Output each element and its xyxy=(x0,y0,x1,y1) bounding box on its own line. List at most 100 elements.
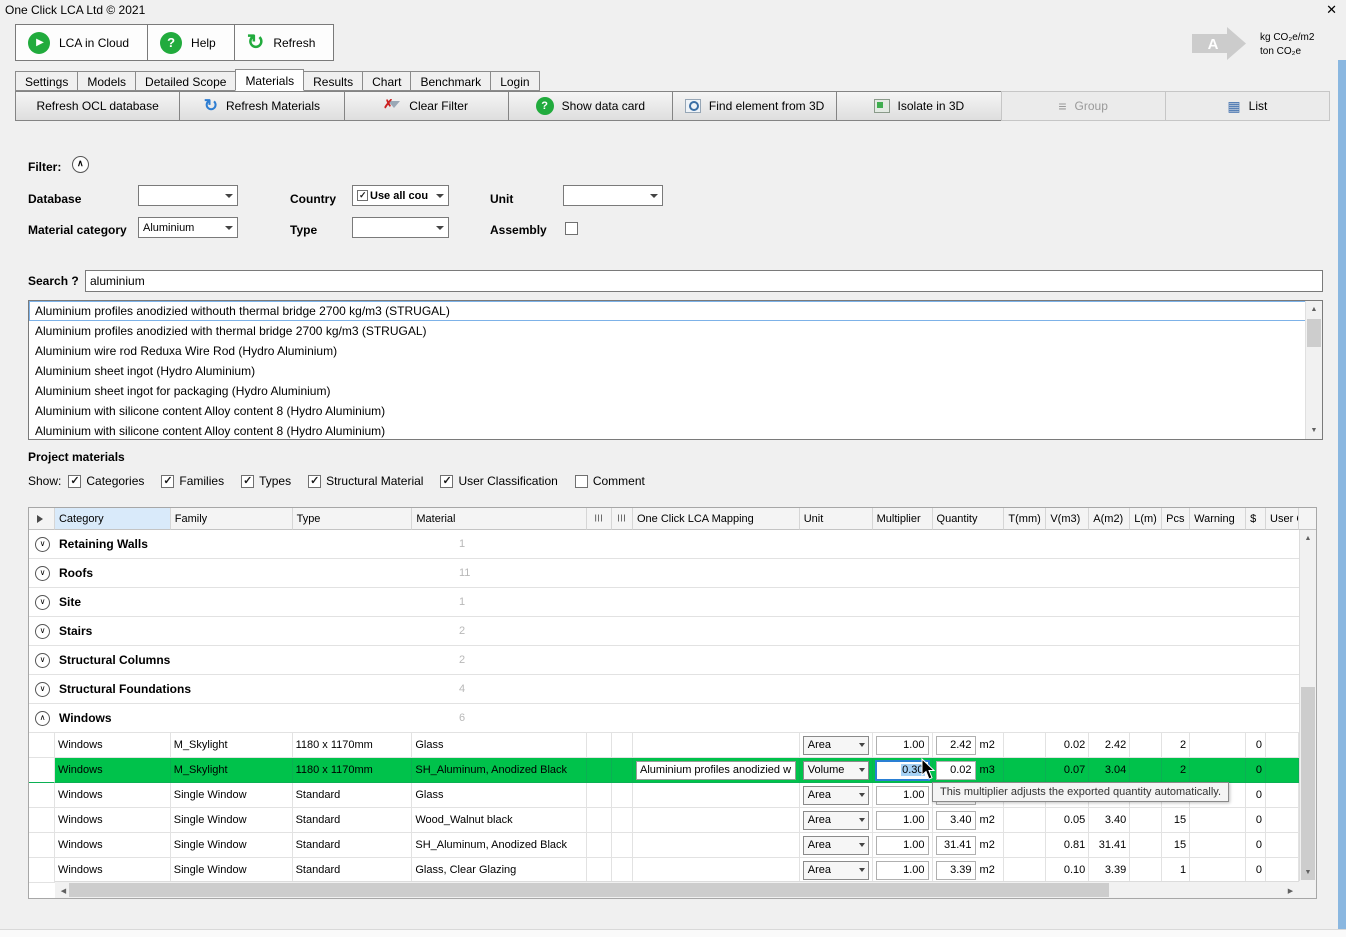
cell-a[interactable]: 3.39 xyxy=(1089,858,1131,883)
cell-flag-2[interactable] xyxy=(612,833,634,858)
cell-l[interactable] xyxy=(1130,733,1163,758)
unit-select[interactable]: Area xyxy=(802,785,869,805)
col-v-m3[interactable]: V(m3) xyxy=(1046,508,1090,530)
cell-warning[interactable] xyxy=(1190,733,1247,758)
result-item[interactable]: Aluminium profiles anodizied with therma… xyxy=(29,321,1322,341)
cell-mapping[interactable] xyxy=(633,783,800,808)
col-multiplier[interactable]: Multiplier xyxy=(872,508,933,530)
lca-in-cloud-button[interactable]: ▶ LCA in Cloud xyxy=(15,24,149,61)
cell-v[interactable]: 0.07 xyxy=(1046,758,1090,783)
unit-select[interactable]: Area xyxy=(802,735,869,755)
find-element-3d-button[interactable]: Find element from 3D xyxy=(672,91,838,121)
cell-category[interactable]: Windows xyxy=(54,833,171,858)
cell-warning[interactable] xyxy=(1190,833,1247,858)
chevron-down-icon[interactable] xyxy=(221,186,237,205)
table-horizontal-scrollbar[interactable]: ◀ ▶ xyxy=(55,881,1299,898)
chevron-down-icon[interactable] xyxy=(432,218,448,237)
tab-benchmark[interactable]: Benchmark xyxy=(410,71,492,91)
cell-cost[interactable]: 0 xyxy=(1246,783,1267,808)
cell-l[interactable] xyxy=(1130,808,1163,833)
result-item[interactable]: Aluminium sheet ingot for packaging (Hyd… xyxy=(29,381,1322,401)
cell-warning[interactable] xyxy=(1190,858,1247,883)
cell-type[interactable]: Standard xyxy=(292,783,413,808)
cell-flag-2[interactable] xyxy=(612,733,634,758)
tab-settings[interactable]: Settings xyxy=(15,71,79,91)
cell-l[interactable] xyxy=(1130,833,1163,858)
scrollbar-thumb[interactable] xyxy=(1307,319,1321,347)
types-checkbox[interactable] xyxy=(241,474,255,488)
tab-login[interactable]: Login xyxy=(490,71,540,91)
cell-user[interactable] xyxy=(1266,833,1299,858)
cell-cost[interactable]: 0 xyxy=(1246,758,1267,783)
result-item[interactable]: Aluminium profiles anodizied withouth th… xyxy=(29,301,1322,321)
table-vertical-scrollbar[interactable]: ▲ ▼ xyxy=(1299,530,1316,881)
results-scrollbar[interactable]: ▲ ▼ xyxy=(1305,301,1322,439)
col-a-m2[interactable]: A(m2) xyxy=(1089,508,1131,530)
group-row-structural-columns[interactable]: Structural Columns 2 xyxy=(29,646,1299,675)
cell-type[interactable]: Standard xyxy=(292,808,413,833)
result-item[interactable]: Aluminium wire rod Reduxa Wire Rod (Hydr… xyxy=(29,341,1322,361)
type-select[interactable] xyxy=(352,217,449,238)
tab-detailed-scope[interactable]: Detailed Scope xyxy=(135,71,237,91)
col-flag-2-icon[interactable]: ||| xyxy=(612,508,633,530)
col-cost[interactable]: $ xyxy=(1246,508,1267,530)
cell-cost[interactable]: 0 xyxy=(1246,858,1267,883)
show-data-card-button[interactable]: ? Show data card xyxy=(507,91,673,121)
unit-filter-select[interactable] xyxy=(563,185,663,206)
select-all-cell[interactable] xyxy=(29,508,55,530)
scroll-up-icon[interactable]: ▲ xyxy=(1306,301,1322,318)
cell-pcs[interactable]: 15 xyxy=(1162,808,1191,833)
comment-checkbox[interactable] xyxy=(574,474,588,488)
col-type[interactable]: Type xyxy=(292,508,413,530)
col-flag-1-icon[interactable]: ||| xyxy=(587,508,613,530)
tab-results[interactable]: Results xyxy=(303,71,364,91)
scroll-right-icon[interactable]: ▶ xyxy=(1282,882,1299,899)
unit-select[interactable]: Volume xyxy=(802,760,869,780)
structural-material-checkbox[interactable] xyxy=(308,474,322,488)
cell-cost[interactable]: 0 xyxy=(1246,733,1267,758)
multiplier-input[interactable]: 1.00 xyxy=(875,785,929,805)
assembly-checkbox[interactable] xyxy=(565,222,578,235)
cell-user[interactable] xyxy=(1266,858,1299,883)
cell-cost[interactable]: 0 xyxy=(1246,808,1267,833)
col-mapping[interactable]: One Click LCA Mapping xyxy=(633,508,800,530)
cell-t[interactable] xyxy=(1004,733,1047,758)
scrollbar-thumb[interactable] xyxy=(69,883,1109,897)
cell-material[interactable]: Wood_Walnut black xyxy=(412,808,588,833)
result-item[interactable]: Aluminium with silicone content Alloy co… xyxy=(29,421,1322,439)
cell-family[interactable]: Single Window xyxy=(170,858,293,883)
cell-a[interactable]: 31.41 xyxy=(1089,833,1131,858)
group-row-stairs[interactable]: Stairs 2 xyxy=(29,617,1299,646)
group-row-structural-foundations[interactable]: Structural Foundations 4 xyxy=(29,675,1299,704)
cell-l[interactable] xyxy=(1130,758,1163,783)
country-select[interactable]: Use all cou xyxy=(352,185,449,206)
cell-type[interactable]: Standard xyxy=(292,833,413,858)
quantity-input[interactable]: 3.39 xyxy=(935,860,976,880)
cell-material[interactable]: SH_Aluminum, Anodized Black xyxy=(412,833,588,858)
collapse-icon[interactable] xyxy=(35,710,50,726)
col-user-classification[interactable]: User Cla xyxy=(1266,508,1299,530)
collapse-filter-button[interactable] xyxy=(72,156,89,173)
refresh-materials-button[interactable]: ↻ Refresh Materials xyxy=(179,91,345,121)
multiplier-input[interactable]: 1.00 xyxy=(875,735,929,755)
cell-flag-2[interactable] xyxy=(612,783,634,808)
expand-icon[interactable] xyxy=(35,623,50,639)
group-row-retaining-walls[interactable]: Retaining Walls 1 xyxy=(29,530,1299,559)
refresh-ocl-database-button[interactable]: Refresh OCL database xyxy=(15,91,181,121)
expand-icon[interactable] xyxy=(35,565,50,581)
cell-pcs[interactable]: 2 xyxy=(1162,758,1191,783)
cell-mapping[interactable] xyxy=(633,733,800,758)
cell-category[interactable]: Windows xyxy=(54,783,171,808)
cell-pcs[interactable]: 15 xyxy=(1162,833,1191,858)
chevron-down-icon[interactable] xyxy=(646,186,662,205)
col-warning[interactable]: Warning xyxy=(1190,508,1247,530)
cell-category[interactable]: Windows xyxy=(54,733,171,758)
cell-warning[interactable] xyxy=(1190,808,1247,833)
multiplier-input[interactable]: 1.00 xyxy=(875,810,929,830)
group-row-site[interactable]: Site 1 xyxy=(29,588,1299,617)
use-all-countries-checkbox[interactable] xyxy=(357,190,368,201)
tab-materials[interactable]: Materials xyxy=(235,69,305,91)
cell-material[interactable]: Glass xyxy=(412,733,588,758)
cell-t[interactable] xyxy=(1004,858,1047,883)
cell-mapping[interactable] xyxy=(633,808,800,833)
